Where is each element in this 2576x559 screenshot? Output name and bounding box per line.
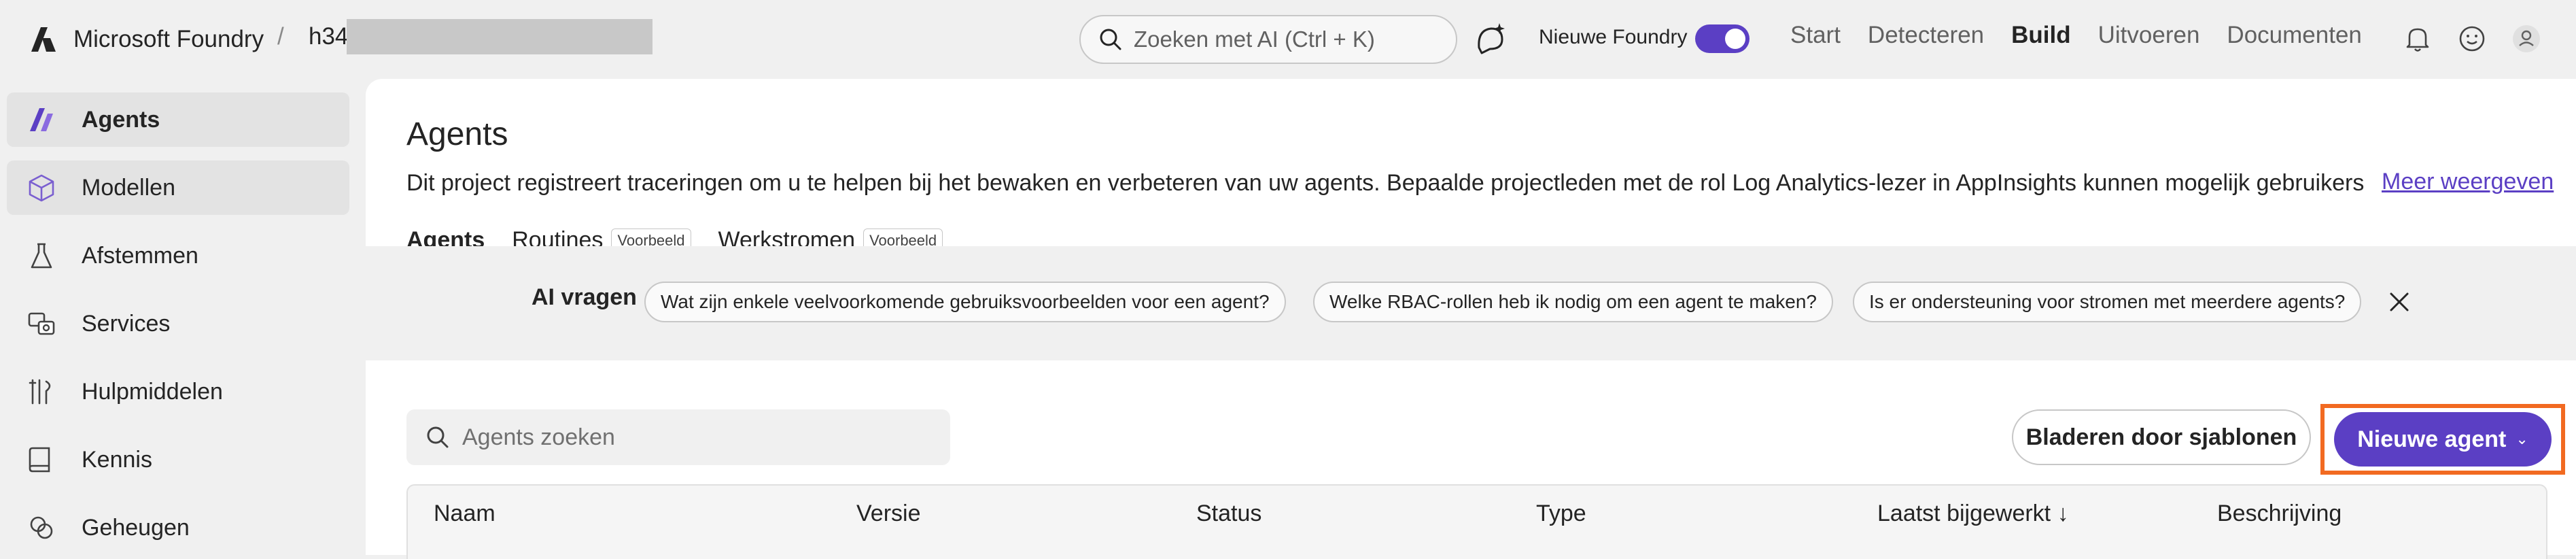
- agents-search-placeholder: Agents zoeken: [462, 424, 615, 450]
- sidebar-item-label: Hulpmiddelen: [82, 378, 223, 405]
- sidebar-item-label: Geheugen: [82, 514, 190, 541]
- user-icon[interactable]: [2511, 23, 2542, 54]
- new-foundry-toggle[interactable]: [1695, 24, 1750, 53]
- copilot-chat-icon[interactable]: [1472, 20, 1509, 57]
- new-agent-label: Nieuwe agent: [2357, 426, 2507, 452]
- memory-icon: [30, 516, 53, 539]
- brand-name: Microsoft Foundry: [73, 26, 264, 52]
- redacted-region: [347, 19, 652, 54]
- sidebar-item-label: Afstemmen: [82, 242, 198, 269]
- sidebar-item-label: Services: [82, 310, 171, 337]
- sidebar-item-label: Modellen: [82, 174, 175, 201]
- chevron-down-icon: ⌄: [2516, 430, 2528, 447]
- column-header-versie[interactable]: Versie: [856, 501, 921, 527]
- bell-icon[interactable]: [2402, 23, 2433, 54]
- tools-icon: [29, 379, 51, 405]
- sidebar-item-kennis[interactable]: Kennis: [7, 433, 349, 487]
- sidebar-item-geheugen[interactable]: Geheugen: [7, 501, 349, 555]
- search-icon: [1100, 29, 1121, 50]
- show-more-link[interactable]: Meer weergeven: [2382, 169, 2554, 195]
- nav-detecteren[interactable]: Detecteren: [1868, 22, 1984, 49]
- global-search-input[interactable]: Zoeken met AI (Ctrl + K): [1079, 15, 1457, 64]
- new-agent-button[interactable]: Nieuwe agent ⌄: [2334, 412, 2552, 467]
- services-icon: [28, 312, 55, 335]
- agents-icon: [30, 108, 53, 131]
- ai-questions-bar: AI vragen Wat zijn enkele veelvoorkomend…: [366, 246, 2576, 360]
- foundry-logo-icon: [31, 27, 56, 52]
- sidebar-item-hulpmiddelen[interactable]: Hulpmiddelen: [7, 365, 349, 419]
- ai-question-chip[interactable]: Welke RBAC-rollen heb ik nodig om een ag…: [1313, 282, 1833, 322]
- sidebar-item-modellen[interactable]: Modellen: [7, 160, 349, 215]
- sidebar-item-agents[interactable]: Agents: [7, 92, 349, 147]
- top-bar: Microsoft Foundry / h34l Zoeken met AI (…: [0, 0, 2576, 79]
- global-search-placeholder: Zoeken met AI (Ctrl + K): [1134, 27, 1375, 52]
- toggle-knob: [1725, 29, 1745, 49]
- brand[interactable]: Microsoft Foundry: [27, 20, 264, 58]
- column-header-status[interactable]: Status: [1196, 501, 1261, 527]
- cube-icon: [29, 174, 54, 202]
- agents-table-header: Naam Versie Status Type Laatst bijgewerk…: [406, 484, 2547, 559]
- page-description: Dit project registreert traceringen om u…: [406, 170, 2364, 196]
- nav-start[interactable]: Start: [1790, 22, 1841, 49]
- ai-question-chip[interactable]: Wat zijn enkele veelvoorkomende gebruiks…: [644, 282, 1286, 322]
- ai-question-chip[interactable]: Is er ondersteuning voor stromen met mee…: [1853, 282, 2362, 322]
- column-header-beschrijving[interactable]: Beschrijving: [2217, 501, 2342, 527]
- sidebar: Agents Modellen Afstemmen Services Hulpm…: [0, 79, 363, 545]
- agents-search-input[interactable]: Agents zoeken: [406, 409, 950, 465]
- ai-questions-title: AI vragen: [532, 284, 637, 310]
- main-panel: Agents Dit project registreert tracering…: [366, 79, 2576, 559]
- close-icon[interactable]: [2386, 288, 2413, 316]
- top-nav: Start Detecteren Build Uitvoeren Documen…: [1790, 22, 2389, 49]
- column-header-naam[interactable]: Naam: [434, 501, 495, 527]
- page-title: Agents: [406, 116, 508, 152]
- sidebar-item-label: Kennis: [82, 446, 152, 473]
- book-icon: [29, 447, 50, 473]
- search-icon: [427, 426, 449, 448]
- column-header-type[interactable]: Type: [1536, 501, 1586, 527]
- flask-icon: [31, 243, 52, 269]
- nav-build[interactable]: Build: [2011, 22, 2070, 49]
- nav-uitvoeren[interactable]: Uitvoeren: [2098, 22, 2200, 49]
- new-foundry-label: Nieuwe Foundry: [1539, 26, 1688, 48]
- sidebar-item-afstemmen[interactable]: Afstemmen: [7, 228, 349, 283]
- smiley-icon[interactable]: [2456, 23, 2488, 54]
- sidebar-item-services[interactable]: Services: [7, 297, 349, 351]
- browse-templates-button[interactable]: Bladeren door sjablonen: [2012, 409, 2311, 465]
- breadcrumb-separator: /: [277, 23, 284, 50]
- nav-documenten[interactable]: Documenten: [2227, 22, 2361, 49]
- column-header-laatst-bijgewerkt[interactable]: Laatst bijgewerkt ↓: [1877, 501, 2069, 527]
- sidebar-item-label: Agents: [82, 106, 160, 133]
